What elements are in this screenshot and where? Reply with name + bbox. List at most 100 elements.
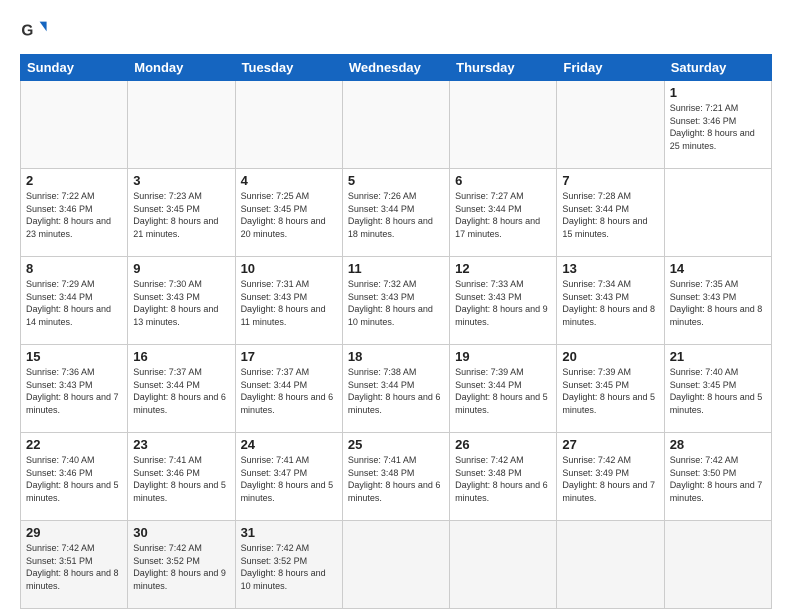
- calendar-cell: 27 Sunrise: 7:42 AM Sunset: 3:49 PM Dayl…: [557, 433, 664, 521]
- day-header-wednesday: Wednesday: [342, 55, 449, 81]
- day-info: Sunrise: 7:40 AM Sunset: 3:46 PM Dayligh…: [26, 454, 122, 504]
- day-number: 29: [26, 525, 122, 540]
- day-info: Sunrise: 7:41 AM Sunset: 3:47 PM Dayligh…: [241, 454, 337, 504]
- header: G: [20, 16, 772, 44]
- calendar-header-row: SundayMondayTuesdayWednesdayThursdayFrid…: [21, 55, 772, 81]
- day-number: 30: [133, 525, 229, 540]
- day-number: 19: [455, 349, 551, 364]
- day-number: 28: [670, 437, 766, 452]
- day-number: 16: [133, 349, 229, 364]
- calendar-cell: [450, 521, 557, 609]
- day-header-friday: Friday: [557, 55, 664, 81]
- calendar-cell: 9 Sunrise: 7:30 AM Sunset: 3:43 PM Dayli…: [128, 257, 235, 345]
- day-info: Sunrise: 7:27 AM Sunset: 3:44 PM Dayligh…: [455, 190, 551, 240]
- day-number: 5: [348, 173, 444, 188]
- day-number: 11: [348, 261, 444, 276]
- day-number: 24: [241, 437, 337, 452]
- calendar-cell: 5 Sunrise: 7:26 AM Sunset: 3:44 PM Dayli…: [342, 169, 449, 257]
- day-number: 20: [562, 349, 658, 364]
- day-info: Sunrise: 7:42 AM Sunset: 3:49 PM Dayligh…: [562, 454, 658, 504]
- day-number: 4: [241, 173, 337, 188]
- day-number: 2: [26, 173, 122, 188]
- calendar-cell: [21, 81, 128, 169]
- calendar-cell: [557, 81, 664, 169]
- calendar-cell: 11 Sunrise: 7:32 AM Sunset: 3:43 PM Dayl…: [342, 257, 449, 345]
- calendar-cell: [664, 521, 771, 609]
- day-info: Sunrise: 7:42 AM Sunset: 3:52 PM Dayligh…: [133, 542, 229, 592]
- day-info: Sunrise: 7:35 AM Sunset: 3:43 PM Dayligh…: [670, 278, 766, 328]
- day-number: 12: [455, 261, 551, 276]
- calendar-cell: 12 Sunrise: 7:33 AM Sunset: 3:43 PM Dayl…: [450, 257, 557, 345]
- day-info: Sunrise: 7:34 AM Sunset: 3:43 PM Dayligh…: [562, 278, 658, 328]
- day-info: Sunrise: 7:26 AM Sunset: 3:44 PM Dayligh…: [348, 190, 444, 240]
- day-number: 27: [562, 437, 658, 452]
- day-number: 8: [26, 261, 122, 276]
- day-info: Sunrise: 7:31 AM Sunset: 3:43 PM Dayligh…: [241, 278, 337, 328]
- day-number: 9: [133, 261, 229, 276]
- day-number: 18: [348, 349, 444, 364]
- calendar-cell: 26 Sunrise: 7:42 AM Sunset: 3:48 PM Dayl…: [450, 433, 557, 521]
- day-info: Sunrise: 7:25 AM Sunset: 3:45 PM Dayligh…: [241, 190, 337, 240]
- day-number: 31: [241, 525, 337, 540]
- day-info: Sunrise: 7:36 AM Sunset: 3:43 PM Dayligh…: [26, 366, 122, 416]
- calendar-cell: 17 Sunrise: 7:37 AM Sunset: 3:44 PM Dayl…: [235, 345, 342, 433]
- day-info: Sunrise: 7:39 AM Sunset: 3:44 PM Dayligh…: [455, 366, 551, 416]
- day-number: 25: [348, 437, 444, 452]
- calendar-cell: 7 Sunrise: 7:28 AM Sunset: 3:44 PM Dayli…: [557, 169, 664, 257]
- day-info: Sunrise: 7:30 AM Sunset: 3:43 PM Dayligh…: [133, 278, 229, 328]
- calendar-week-3: 15 Sunrise: 7:36 AM Sunset: 3:43 PM Dayl…: [21, 345, 772, 433]
- day-info: Sunrise: 7:21 AM Sunset: 3:46 PM Dayligh…: [670, 102, 766, 152]
- calendar-cell: 28 Sunrise: 7:42 AM Sunset: 3:50 PM Dayl…: [664, 433, 771, 521]
- calendar-cell: [235, 81, 342, 169]
- day-info: Sunrise: 7:41 AM Sunset: 3:48 PM Dayligh…: [348, 454, 444, 504]
- calendar-cell: 15 Sunrise: 7:36 AM Sunset: 3:43 PM Dayl…: [21, 345, 128, 433]
- logo-icon: G: [20, 16, 48, 44]
- calendar-cell: 19 Sunrise: 7:39 AM Sunset: 3:44 PM Dayl…: [450, 345, 557, 433]
- calendar-cell: 22 Sunrise: 7:40 AM Sunset: 3:46 PM Dayl…: [21, 433, 128, 521]
- calendar-cell: 25 Sunrise: 7:41 AM Sunset: 3:48 PM Dayl…: [342, 433, 449, 521]
- day-info: Sunrise: 7:23 AM Sunset: 3:45 PM Dayligh…: [133, 190, 229, 240]
- day-info: Sunrise: 7:42 AM Sunset: 3:50 PM Dayligh…: [670, 454, 766, 504]
- day-header-tuesday: Tuesday: [235, 55, 342, 81]
- calendar: SundayMondayTuesdayWednesdayThursdayFrid…: [20, 54, 772, 609]
- day-info: Sunrise: 7:33 AM Sunset: 3:43 PM Dayligh…: [455, 278, 551, 328]
- day-info: Sunrise: 7:40 AM Sunset: 3:45 PM Dayligh…: [670, 366, 766, 416]
- calendar-cell: [342, 81, 449, 169]
- calendar-cell: [557, 521, 664, 609]
- day-info: Sunrise: 7:42 AM Sunset: 3:51 PM Dayligh…: [26, 542, 122, 592]
- calendar-cell: 8 Sunrise: 7:29 AM Sunset: 3:44 PM Dayli…: [21, 257, 128, 345]
- calendar-cell: 14 Sunrise: 7:35 AM Sunset: 3:43 PM Dayl…: [664, 257, 771, 345]
- day-number: 6: [455, 173, 551, 188]
- day-info: Sunrise: 7:41 AM Sunset: 3:46 PM Dayligh…: [133, 454, 229, 504]
- calendar-cell: 18 Sunrise: 7:38 AM Sunset: 3:44 PM Dayl…: [342, 345, 449, 433]
- calendar-week-1: 2 Sunrise: 7:22 AM Sunset: 3:46 PM Dayli…: [21, 169, 772, 257]
- calendar-cell: 1 Sunrise: 7:21 AM Sunset: 3:46 PM Dayli…: [664, 81, 771, 169]
- logo-area: G: [20, 16, 50, 44]
- calendar-cell: [342, 521, 449, 609]
- day-info: Sunrise: 7:38 AM Sunset: 3:44 PM Dayligh…: [348, 366, 444, 416]
- calendar-week-2: 8 Sunrise: 7:29 AM Sunset: 3:44 PM Dayli…: [21, 257, 772, 345]
- calendar-cell: 3 Sunrise: 7:23 AM Sunset: 3:45 PM Dayli…: [128, 169, 235, 257]
- calendar-cell: 13 Sunrise: 7:34 AM Sunset: 3:43 PM Dayl…: [557, 257, 664, 345]
- day-info: Sunrise: 7:28 AM Sunset: 3:44 PM Dayligh…: [562, 190, 658, 240]
- day-number: 21: [670, 349, 766, 364]
- day-header-thursday: Thursday: [450, 55, 557, 81]
- calendar-cell: 24 Sunrise: 7:41 AM Sunset: 3:47 PM Dayl…: [235, 433, 342, 521]
- day-header-saturday: Saturday: [664, 55, 771, 81]
- day-number: 3: [133, 173, 229, 188]
- day-info: Sunrise: 7:37 AM Sunset: 3:44 PM Dayligh…: [133, 366, 229, 416]
- day-info: Sunrise: 7:42 AM Sunset: 3:48 PM Dayligh…: [455, 454, 551, 504]
- day-header-sunday: Sunday: [21, 55, 128, 81]
- day-info: Sunrise: 7:22 AM Sunset: 3:46 PM Dayligh…: [26, 190, 122, 240]
- calendar-cell: 4 Sunrise: 7:25 AM Sunset: 3:45 PM Dayli…: [235, 169, 342, 257]
- calendar-cell: 16 Sunrise: 7:37 AM Sunset: 3:44 PM Dayl…: [128, 345, 235, 433]
- calendar-week-0: 1 Sunrise: 7:21 AM Sunset: 3:46 PM Dayli…: [21, 81, 772, 169]
- day-number: 22: [26, 437, 122, 452]
- day-info: Sunrise: 7:39 AM Sunset: 3:45 PM Dayligh…: [562, 366, 658, 416]
- calendar-cell: 6 Sunrise: 7:27 AM Sunset: 3:44 PM Dayli…: [450, 169, 557, 257]
- calendar-cell: [128, 81, 235, 169]
- calendar-cell: 30 Sunrise: 7:42 AM Sunset: 3:52 PM Dayl…: [128, 521, 235, 609]
- calendar-cell: 23 Sunrise: 7:41 AM Sunset: 3:46 PM Dayl…: [128, 433, 235, 521]
- day-info: Sunrise: 7:29 AM Sunset: 3:44 PM Dayligh…: [26, 278, 122, 328]
- calendar-cell: 10 Sunrise: 7:31 AM Sunset: 3:43 PM Dayl…: [235, 257, 342, 345]
